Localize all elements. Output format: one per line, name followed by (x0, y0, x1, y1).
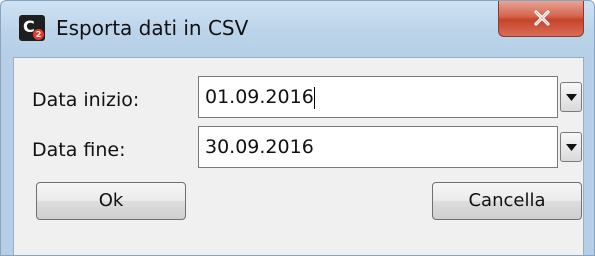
text-caret (314, 87, 315, 109)
end-date-label: Data fine: (32, 139, 126, 161)
close-button[interactable] (498, 1, 584, 37)
close-icon (534, 10, 550, 26)
window-title: Esporta dati in CSV (56, 16, 249, 40)
cancel-button[interactable]: Cancella (432, 182, 582, 220)
title-bar[interactable]: C 2 Esporta dati in CSV (1, 1, 594, 57)
ok-button[interactable]: Ok (36, 182, 186, 220)
end-date-input[interactable] (198, 126, 558, 168)
chevron-down-icon (566, 94, 577, 101)
chevron-down-icon (566, 144, 577, 151)
start-date-label: Data inizio: (32, 89, 140, 111)
start-date-input[interactable] (198, 76, 558, 118)
start-date-dropdown-button[interactable] (560, 82, 582, 112)
dialog-window: C 2 Esporta dati in CSV Data inizio: Dat… (0, 0, 595, 256)
dialog-body: Data inizio: Data fine: Ok Cancella (13, 57, 584, 255)
end-date-dropdown-button[interactable] (560, 132, 582, 162)
app-icon-badge: 2 (33, 29, 44, 40)
app-icon: C 2 (19, 15, 45, 41)
